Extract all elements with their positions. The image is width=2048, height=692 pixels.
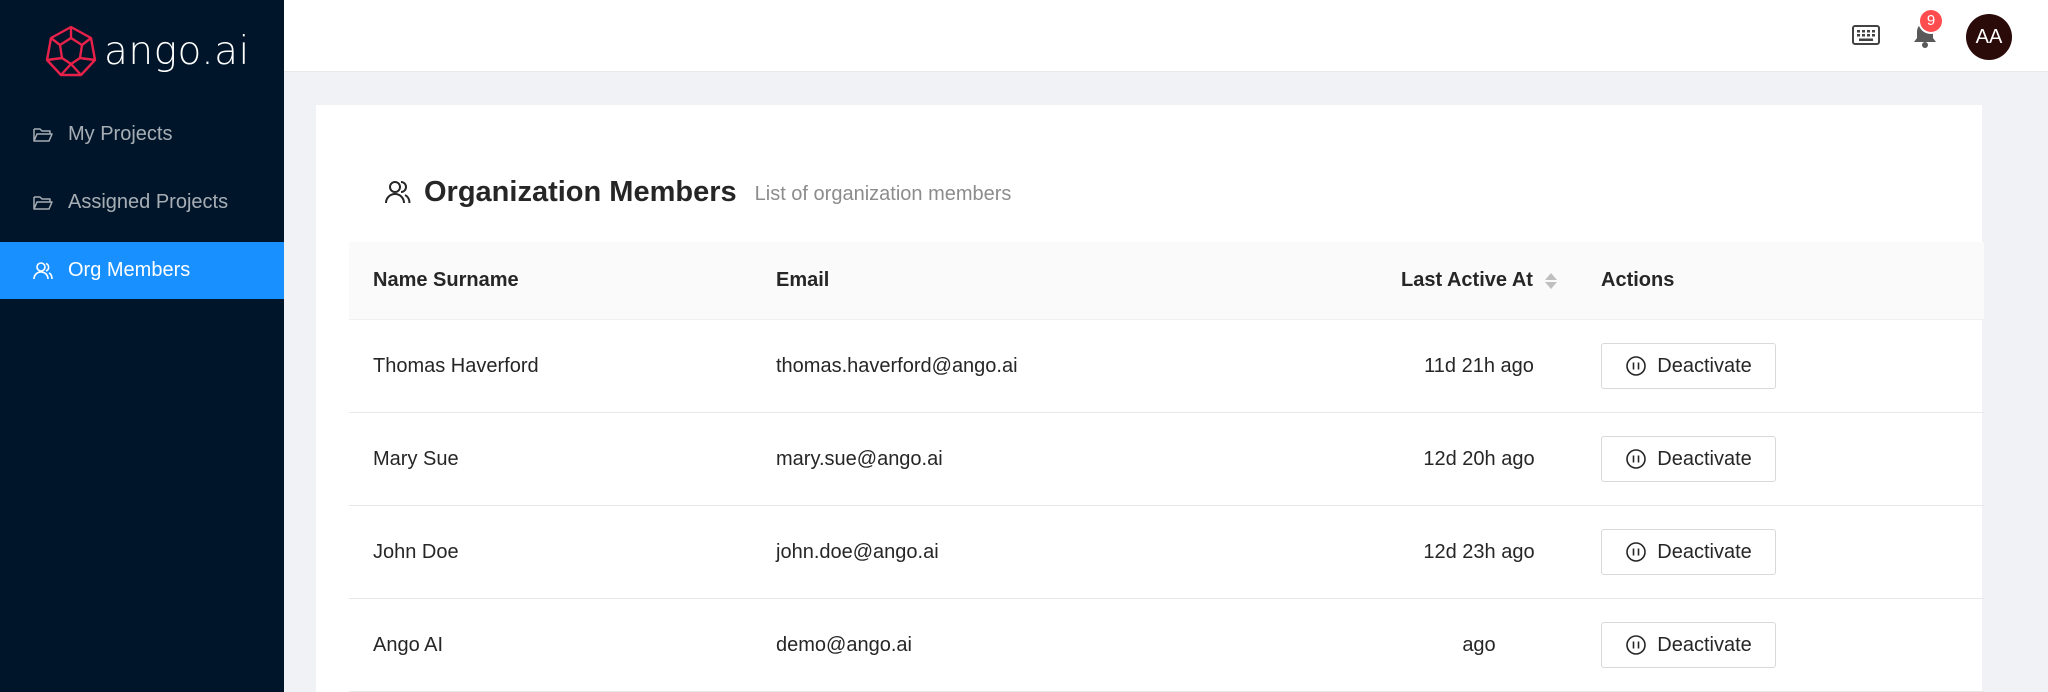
member-email: mary.sue@ango.ai	[776, 447, 943, 470]
page-title: Organization Members	[424, 175, 737, 208]
top-header	[284, 0, 2048, 72]
logo[interactable]: ango.ai	[44, 24, 250, 78]
page-header: Organization Members List of organizatio…	[384, 170, 1011, 214]
pause-circle-icon	[1626, 356, 1647, 376]
sidebar-item-my-projects[interactable]: My Projects	[0, 106, 284, 163]
avatar[interactable]: AA	[1966, 14, 2012, 60]
pause-circle-icon	[1626, 635, 1647, 655]
sort-icon[interactable]	[1544, 272, 1557, 289]
deactivate-label: Deactivate	[1657, 447, 1752, 470]
sidebar-item-assigned-projects[interactable]: Assigned Projects	[0, 174, 284, 231]
user-icon	[33, 262, 53, 280]
member-email: demo@ango.ai	[776, 633, 912, 656]
members-table: Name Surname Email Last Active At Action…	[349, 242, 1984, 692]
pause-circle-icon	[1626, 449, 1647, 469]
actions-cell: Deactivate	[1601, 320, 1776, 412]
table-row: Ango AI demo@ango.ai ago Deactivate	[349, 599, 1984, 692]
sidebar-item-label: My Projects	[68, 123, 173, 145]
column-header-email: Email	[776, 269, 830, 291]
actions-cell: Deactivate	[1601, 413, 1776, 505]
member-name: Mary Sue	[373, 447, 459, 470]
actions-cell: Deactivate	[1601, 506, 1776, 598]
table-row: John Doe john.doe@ango.ai 12d 23h ago De…	[349, 506, 1984, 599]
folder-open-icon	[33, 128, 53, 142]
deactivate-label: Deactivate	[1657, 354, 1752, 377]
table-row: Mary Sue mary.sue@ango.ai 12d 20h ago De…	[349, 413, 1984, 506]
deactivate-button[interactable]: Deactivate	[1601, 343, 1776, 389]
folder-open-icon	[33, 196, 53, 210]
user-icon	[385, 181, 411, 204]
sidebar-item-label: Assigned Projects	[68, 191, 229, 213]
member-last-active: ago	[1462, 633, 1496, 656]
column-header-label: Last Active At	[1401, 269, 1533, 291]
member-name: John Doe	[373, 540, 459, 563]
member-email: john.doe@ango.ai	[776, 540, 939, 563]
table-row: Thomas Haverford thomas.haverford@ango.a…	[349, 320, 1984, 413]
deactivate-label: Deactivate	[1657, 633, 1752, 656]
column-header-actions: Actions	[1601, 269, 1675, 291]
sidebar-item-label: Org Members	[68, 259, 191, 281]
member-name: Thomas Haverford	[373, 354, 539, 377]
column-header-name: Name Surname	[373, 269, 519, 291]
member-email: thomas.haverford@ango.ai	[776, 354, 1018, 377]
deactivate-button[interactable]: Deactivate	[1601, 622, 1776, 668]
member-last-active: 12d 20h ago	[1423, 447, 1535, 470]
column-header-last-active[interactable]: Last Active At	[1379, 242, 1579, 319]
ango-logo-icon	[45, 25, 97, 77]
actions-cell: Deactivate	[1601, 599, 1776, 691]
member-last-active: 11d 21h ago	[1424, 354, 1534, 377]
sidebar-item-org-members[interactable]: Org Members	[0, 242, 284, 299]
pause-circle-icon	[1626, 542, 1647, 562]
member-last-active: 12d 23h ago	[1423, 540, 1535, 563]
deactivate-button[interactable]: Deactivate	[1601, 436, 1776, 482]
brand-name: ango.ai	[104, 28, 250, 74]
notification-badge: 9	[1920, 10, 1942, 32]
deactivate-label: Deactivate	[1657, 540, 1752, 563]
table-header: Name Surname Email Last Active At Action…	[349, 242, 1984, 320]
deactivate-button[interactable]: Deactivate	[1601, 529, 1776, 575]
keyboard-icon[interactable]	[1852, 24, 1880, 46]
member-name: Ango AI	[373, 633, 444, 656]
page-subtitle: List of organization members	[754, 182, 1012, 205]
sidebar: ango.ai My Projects Assigned Projects Or…	[0, 0, 284, 692]
